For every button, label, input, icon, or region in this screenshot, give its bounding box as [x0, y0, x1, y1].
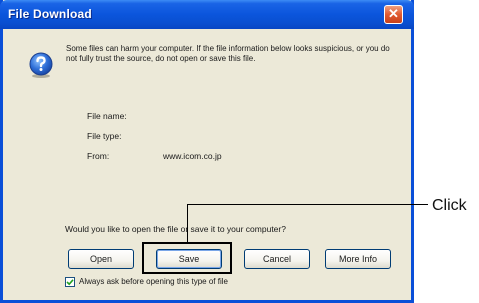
from-value: www.icom.co.jp: [163, 151, 222, 161]
dialog-title: File Download: [8, 7, 92, 21]
open-button[interactable]: Open: [68, 249, 134, 269]
close-icon: ✕: [388, 6, 399, 21]
cancel-button[interactable]: Cancel: [244, 249, 310, 269]
file-type-label: File type:: [87, 131, 122, 141]
close-button[interactable]: ✕: [384, 5, 403, 24]
from-label: From:: [87, 151, 110, 161]
callout-highlight-box: [142, 242, 232, 274]
callout-label: Click: [432, 197, 467, 214]
always-ask-checkbox[interactable]: [65, 277, 75, 287]
title-bar[interactable]: File Download ✕: [0, 0, 414, 29]
always-ask-label: Always ask before opening this type of f…: [79, 277, 228, 286]
open-or-save-question: Would you like to open the file or save …: [65, 224, 286, 234]
more-info-button[interactable]: More Info: [325, 249, 391, 269]
checkmark-icon: [66, 279, 74, 286]
help-question-icon: [29, 52, 53, 78]
callout-leader-horizontal: [187, 204, 428, 205]
callout-leader-vertical: [187, 204, 188, 243]
warning-message: Some files can harm your computer. If th…: [66, 44, 390, 63]
file-name-label: File name:: [87, 111, 127, 121]
